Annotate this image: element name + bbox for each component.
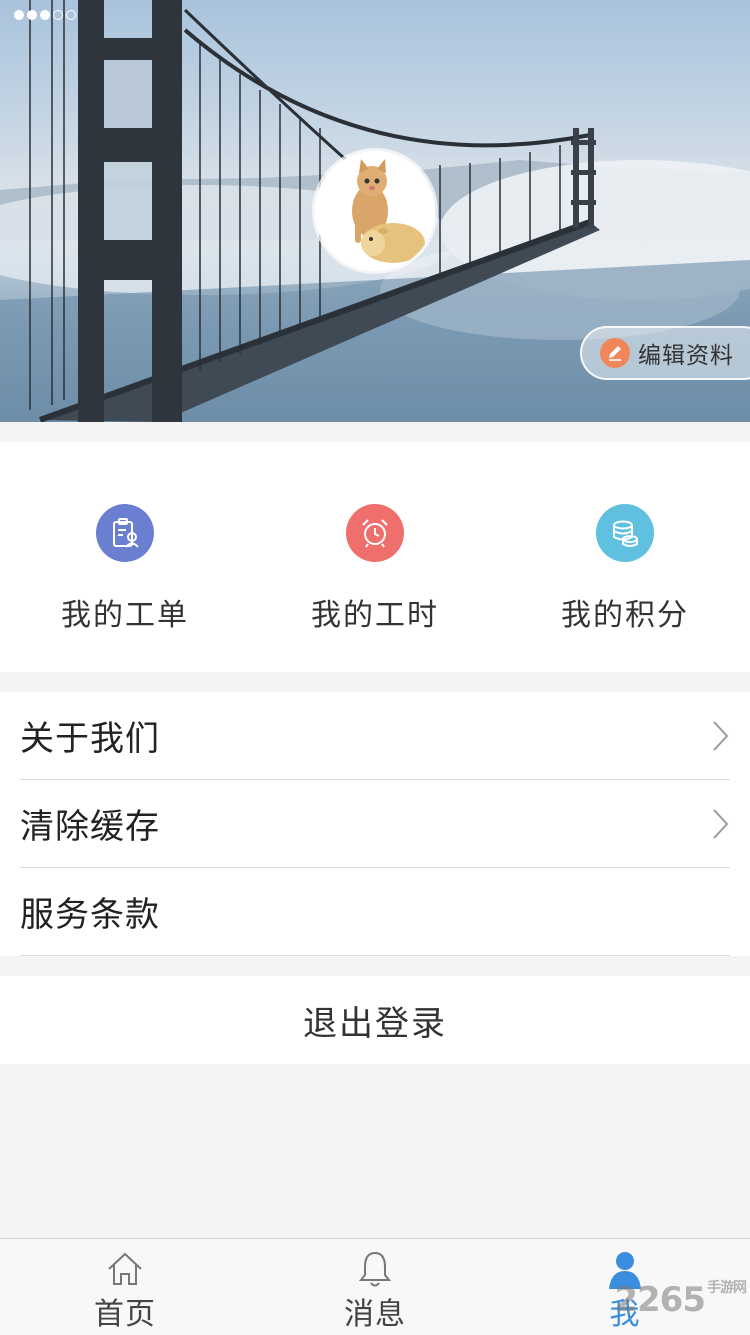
menu-item-label: 服务条款 — [20, 895, 160, 935]
shortcut-label: 我的工单 — [61, 598, 189, 633]
signal-dot — [40, 10, 50, 20]
pencil-icon — [600, 338, 630, 368]
menu-item-about-us[interactable]: 关于我们 — [20, 692, 730, 780]
logout-label: 退出登录 — [303, 1003, 447, 1044]
watermark-logo: 2265 手游网 — [614, 1280, 747, 1320]
signal-dot — [27, 10, 37, 20]
bell-icon — [358, 1251, 392, 1287]
settings-menu: 关于我们 清除缓存 服务条款 — [0, 692, 750, 956]
shortcut-my-points[interactable]: 我的积分 — [500, 442, 750, 672]
avatar[interactable] — [315, 151, 435, 271]
profile-header-banner: 编辑资料 — [0, 0, 750, 422]
work-order-icon — [96, 504, 154, 562]
shortcut-label: 我的积分 — [561, 598, 689, 633]
home-icon — [108, 1252, 142, 1285]
shortcut-my-work-orders[interactable]: 我的工单 — [0, 442, 250, 672]
logout-button[interactable]: 退出登录 — [0, 976, 750, 1064]
shortcut-label: 我的工时 — [311, 598, 439, 633]
alarm-clock-icon — [346, 504, 404, 562]
signal-dot — [14, 10, 24, 20]
chevron-right-icon — [713, 721, 729, 751]
coins-icon — [596, 504, 654, 562]
menu-item-clear-cache[interactable]: 清除缓存 — [20, 780, 730, 868]
menu-item-label: 清除缓存 — [20, 807, 160, 847]
signal-dot — [66, 10, 76, 20]
signal-dot — [53, 10, 63, 20]
edit-profile-button[interactable]: 编辑资料 — [580, 326, 750, 380]
signal-strength-indicator — [14, 10, 76, 20]
menu-item-terms-of-service[interactable]: 服务条款 — [20, 868, 730, 956]
edit-profile-label: 编辑资料 — [638, 343, 734, 369]
menu-item-label: 关于我们 — [20, 719, 160, 759]
watermark-subtext: 手游网 — [707, 1280, 747, 1296]
tab-label: 首页 — [94, 1297, 156, 1332]
tab-messages[interactable]: 消息 — [250, 1239, 500, 1335]
watermark-text: 2265 — [614, 1280, 706, 1320]
chevron-right-icon — [713, 809, 729, 839]
shortcut-my-work-hours[interactable]: 我的工时 — [250, 442, 500, 672]
shortcut-panel: 我的工单 我的工时 我的积分 — [0, 442, 750, 672]
tab-home[interactable]: 首页 — [0, 1239, 250, 1335]
tab-label: 消息 — [344, 1297, 406, 1332]
pet-avatar-image — [315, 151, 435, 271]
